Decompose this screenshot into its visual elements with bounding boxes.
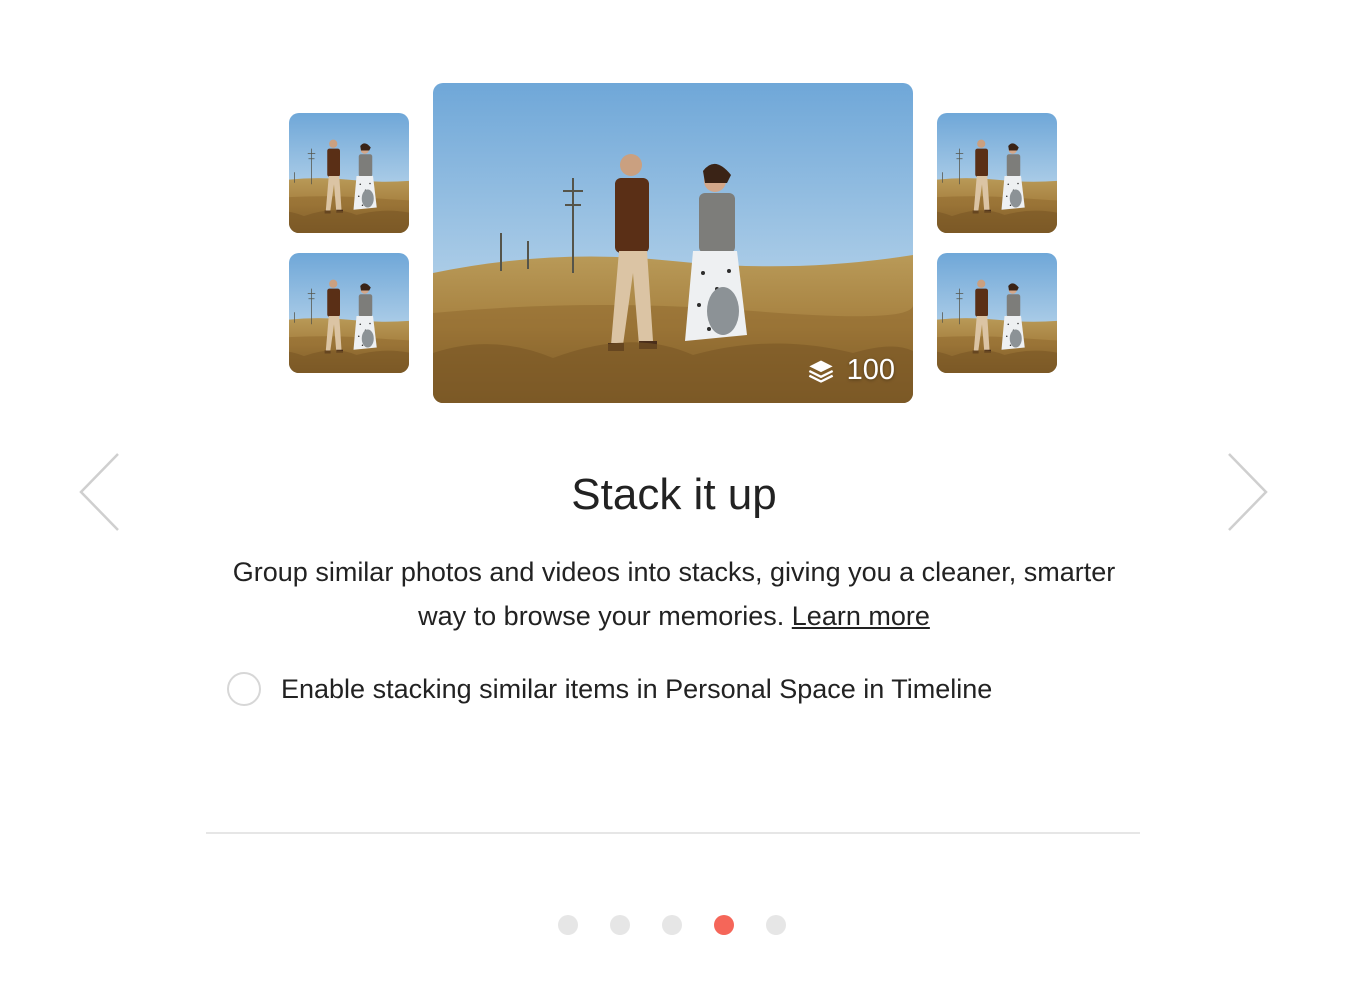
stack-count: 100 (846, 354, 895, 386)
enable-stacking-label: Enable stacking similar items in Persona… (281, 673, 993, 704)
pagination-dot[interactable] (662, 915, 682, 935)
layers-icon (808, 360, 833, 383)
learn-more-link[interactable]: Learn more (792, 601, 930, 631)
thumbnail-photo (289, 253, 409, 373)
pagination-dot-active[interactable] (714, 915, 734, 935)
enable-stacking-option[interactable]: Enable stacking similar items in Persona… (227, 672, 992, 706)
pagination-dot[interactable] (558, 915, 578, 935)
slide-description: Group similar photos and videos into sta… (220, 550, 1128, 638)
pagination-dot[interactable] (610, 915, 630, 935)
stack-count-badge: 100 (807, 354, 895, 387)
enable-stacking-radio[interactable] (227, 672, 261, 706)
thumbnail-photo (289, 113, 409, 233)
thumbnail-photo (937, 253, 1057, 373)
stack-cover-photo: 100 (433, 83, 913, 403)
pagination-dot[interactable] (766, 915, 786, 935)
divider (206, 832, 1140, 834)
slide-title: Stack it up (571, 470, 777, 519)
thumbnail-photo (937, 113, 1057, 233)
description-text: Group similar photos and videos into sta… (232, 557, 1116, 631)
pagination-dots (558, 915, 786, 935)
